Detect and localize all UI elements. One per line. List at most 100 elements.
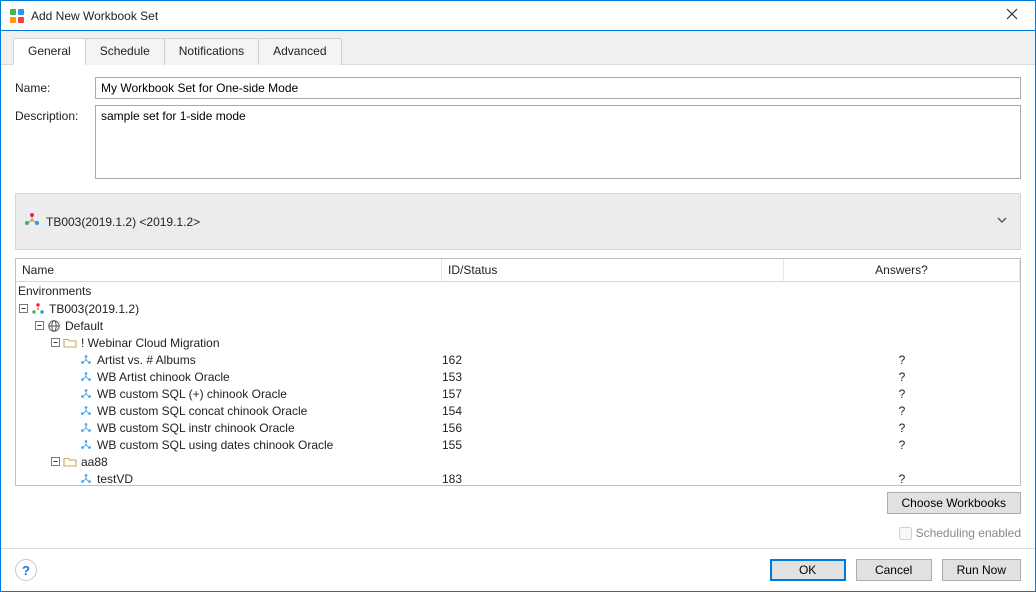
name-row: Name: (15, 77, 1021, 99)
titlebar: Add New Workbook Set (1, 1, 1035, 31)
tree-expander[interactable] (32, 319, 46, 333)
tree-body[interactable]: Environments TB003(2019.1.2) Default ! Web… (16, 282, 1020, 485)
tab-label: Schedule (100, 44, 150, 58)
close-icon (1006, 8, 1018, 23)
tree-cell-answers: ? (784, 353, 1020, 367)
workbook-icon (78, 369, 94, 385)
tree-node-label: WB Artist chinook Oracle (97, 370, 230, 384)
tree-cell-id: 156 (442, 421, 784, 435)
help-icon: ? (22, 563, 30, 578)
tree-expander-none (64, 387, 78, 401)
tree-cell-id: 183 (442, 472, 784, 486)
cancel-button[interactable]: Cancel (856, 559, 932, 581)
tree-node-label: WB custom SQL using dates chinook Oracle (97, 438, 333, 452)
globe-icon (46, 318, 62, 334)
tree-node-label: Artist vs. # Albums (97, 353, 196, 367)
description-input[interactable]: sample set for 1-side mode (95, 105, 1021, 179)
app-icon (9, 8, 25, 24)
folder-icon (62, 335, 78, 351)
tab-label: General (28, 44, 71, 58)
tree-expander-none (64, 438, 78, 452)
scheduling-checkbox-input[interactable] (899, 527, 912, 540)
tree-row[interactable]: testVD 183? (16, 470, 1020, 485)
tree-node-label: aa88 (81, 455, 108, 469)
chevron-down-icon (996, 214, 1008, 229)
workbook-icon (78, 403, 94, 419)
environments-label: Environments (16, 282, 1020, 300)
button-label: Run Now (957, 563, 1006, 577)
tree-node-label: ! Webinar Cloud Migration (81, 336, 220, 350)
server-picker[interactable]: TB003(2019.1.2) <2019.1.2> (15, 193, 1021, 250)
tab-general[interactable]: General (13, 38, 86, 65)
ok-button[interactable]: OK (770, 559, 846, 581)
tree-node-label: testVD (97, 472, 133, 486)
name-input[interactable] (95, 77, 1021, 99)
tab-schedule[interactable]: Schedule (85, 38, 165, 65)
tree-row[interactable]: WB custom SQL instr chinook Oracle156? (16, 419, 1020, 436)
tree-expander[interactable] (48, 455, 62, 469)
tree-cell-id: 154 (442, 404, 784, 418)
help-button[interactable]: ? (15, 559, 37, 581)
workbook-icon (78, 352, 94, 368)
tree-row[interactable]: WB custom SQL (+) chinook Oracle157? (16, 385, 1020, 402)
tree-node-label: Default (65, 319, 103, 333)
workbook-icon (78, 386, 94, 402)
tree-cell-answers: ? (784, 404, 1020, 418)
tree-row[interactable]: WB custom SQL concat chinook Oracle154? (16, 402, 1020, 419)
tab-notifications[interactable]: Notifications (164, 38, 259, 65)
tree-row[interactable]: Artist vs. # Albums 162? (16, 351, 1020, 368)
scheduling-label-text: Scheduling enabled (916, 526, 1021, 540)
tree-expander-none (64, 370, 78, 384)
tab-label: Advanced (273, 44, 326, 58)
server-icon (30, 301, 46, 317)
tree-cell-name: WB custom SQL concat chinook Oracle (16, 403, 442, 419)
choose-workbooks-button[interactable]: Choose Workbooks (887, 492, 1022, 514)
scheduling-enabled-checkbox[interactable]: Scheduling enabled (899, 526, 1021, 540)
tree-row[interactable]: Default (16, 317, 1020, 334)
dialog-footer: ? OK Cancel Run Now (1, 548, 1035, 591)
tree-cell-id: 157 (442, 387, 784, 401)
workbook-icon (78, 471, 94, 486)
tree-cell-answers: ? (784, 370, 1020, 384)
tree-cell-name: ! Webinar Cloud Migration (16, 335, 442, 351)
workbook-icon (78, 420, 94, 436)
button-label: OK (799, 563, 816, 577)
run-now-button[interactable]: Run Now (942, 559, 1021, 581)
tree-cell-id: 162 (442, 353, 784, 367)
tree-cell-name: testVD (16, 471, 442, 486)
tree-row[interactable]: WB Artist chinook Oracle153? (16, 368, 1020, 385)
tree-node-label: TB003(2019.1.2) (49, 302, 139, 316)
server-picker-text: TB003(2019.1.2) <2019.1.2> (46, 215, 996, 229)
tree-expander-none (64, 421, 78, 435)
tree-expander[interactable] (16, 302, 30, 316)
tree-cell-name: WB Artist chinook Oracle (16, 369, 442, 385)
tree-cell-answers: ? (784, 438, 1020, 452)
workbook-tree: Name ID/Status Answers? Environments TB0… (15, 258, 1021, 486)
tree-header: Name ID/Status Answers? (16, 259, 1020, 282)
col-name[interactable]: Name (16, 259, 442, 281)
tree-row[interactable]: WB custom SQL using dates chinook Oracle… (16, 436, 1020, 453)
tree-expander-none (64, 472, 78, 486)
tree-row[interactable]: ! Webinar Cloud Migration (16, 334, 1020, 351)
col-id[interactable]: ID/Status (442, 259, 784, 281)
tree-node-label: WB custom SQL (+) chinook Oracle (97, 387, 287, 401)
tree-cell-name: WB custom SQL using dates chinook Oracle (16, 437, 442, 453)
tree-cell-name: Artist vs. # Albums (16, 352, 442, 368)
tabs-bar: General Schedule Notifications Advanced (1, 31, 1035, 65)
description-row: Description: sample set for 1-side mode (15, 105, 1021, 179)
name-label: Name: (15, 77, 95, 99)
close-button[interactable] (989, 1, 1035, 31)
tree-expander[interactable] (48, 336, 62, 350)
tree-row[interactable]: TB003(2019.1.2) (16, 300, 1020, 317)
tab-label: Notifications (179, 44, 244, 58)
tree-cell-id: 155 (442, 438, 784, 452)
folder-icon (62, 454, 78, 470)
tree-cell-name: Default (16, 318, 442, 334)
tree-cell-answers: ? (784, 472, 1020, 486)
server-multi-icon (24, 212, 40, 231)
col-answers[interactable]: Answers? (784, 259, 1020, 281)
tree-row[interactable]: aa88 (16, 453, 1020, 470)
tab-advanced[interactable]: Advanced (258, 38, 341, 65)
tree-cell-name: TB003(2019.1.2) (16, 301, 442, 317)
window-title: Add New Workbook Set (31, 9, 158, 23)
